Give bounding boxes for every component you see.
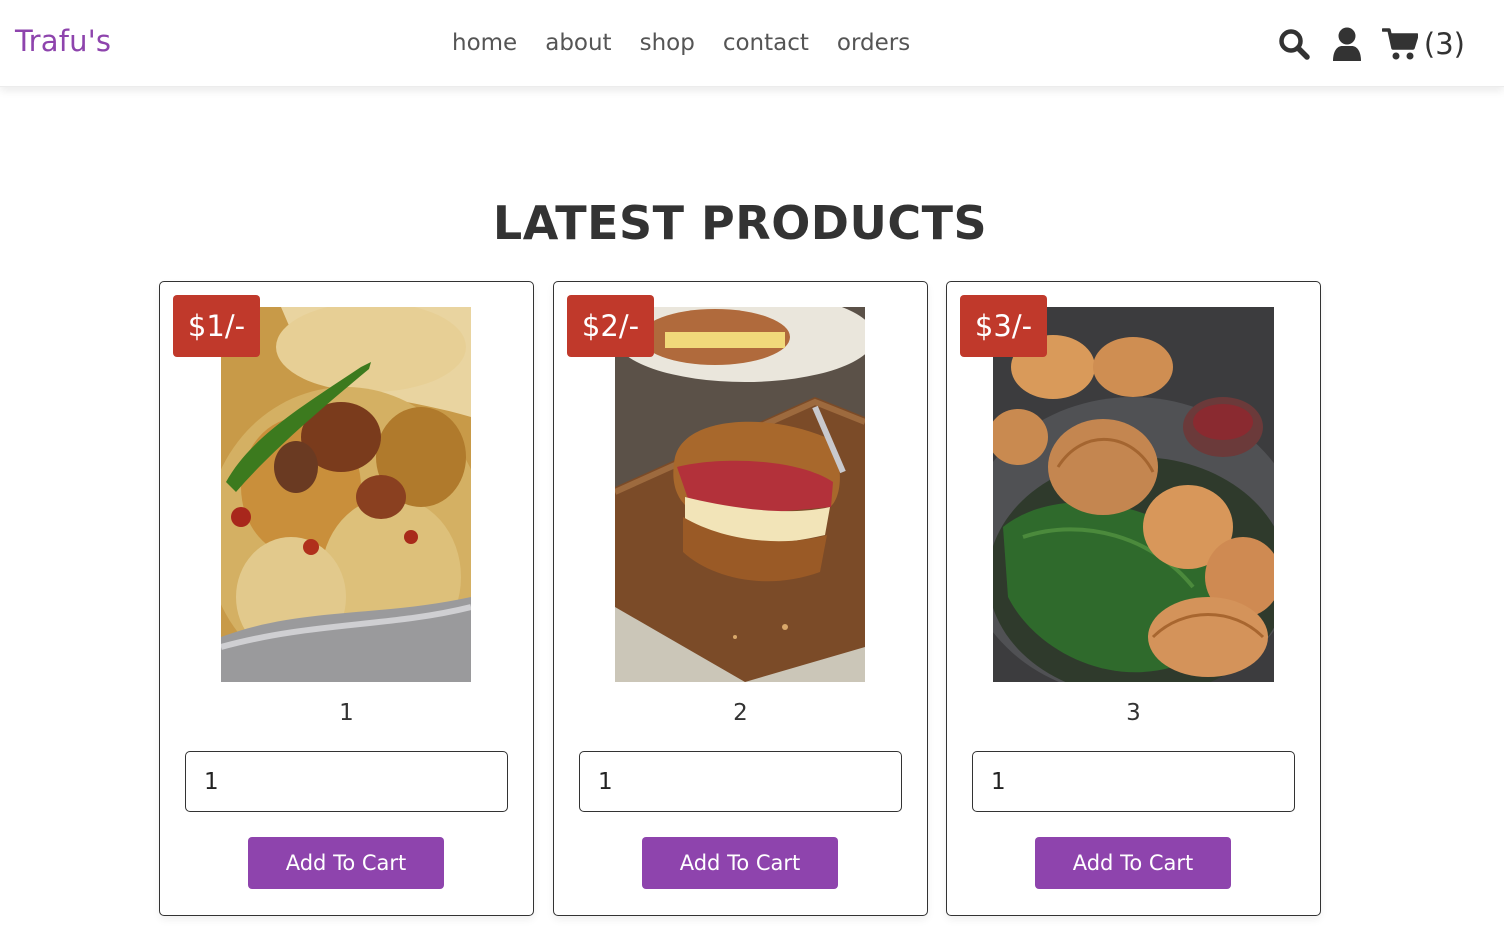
quantity-input[interactable] (972, 751, 1295, 812)
logo[interactable]: Trafu's (15, 24, 111, 58)
price-badge: $1/- (173, 295, 260, 357)
add-to-cart-button[interactable]: Add To Cart (248, 837, 444, 889)
price-badge: $3/- (960, 295, 1047, 357)
header-icons: (3) (1278, 22, 1465, 66)
main-nav: home about shop contact orders (452, 28, 938, 60)
quantity-input[interactable] (185, 751, 508, 812)
search-icon[interactable] (1278, 28, 1310, 60)
add-to-cart-button[interactable]: Add To Cart (1035, 837, 1231, 889)
product-name: 1 (339, 700, 354, 726)
product-name: 3 (1126, 700, 1141, 726)
user-icon[interactable] (1332, 27, 1362, 61)
cart-count: (3) (1423, 27, 1465, 61)
page-title: LATEST PRODUCTS (492, 196, 988, 250)
cart-button[interactable]: (3) (1381, 27, 1465, 61)
nav-shop[interactable]: shop (640, 28, 695, 60)
cart-icon (1381, 28, 1418, 60)
header: Trafu's home about shop contact orders (… (0, 0, 1504, 87)
momos-photo (993, 307, 1274, 682)
nav-orders[interactable]: orders (837, 28, 910, 60)
product-card: $3/- 3 Add To Cart (946, 281, 1321, 916)
product-name: 2 (733, 700, 748, 726)
biryani-photo (221, 307, 471, 682)
quantity-input[interactable] (579, 751, 902, 812)
nav-home[interactable]: home (452, 28, 517, 60)
add-to-cart-button[interactable]: Add To Cart (642, 837, 838, 889)
nav-contact[interactable]: contact (723, 28, 809, 60)
nav-about[interactable]: about (545, 28, 611, 60)
price-badge: $2/- (567, 295, 654, 357)
product-card: $1/- 1 Add To Cart (159, 281, 534, 916)
product-card: $2/- 2 Add To Cart (553, 281, 928, 916)
sandwich-photo (615, 307, 865, 682)
